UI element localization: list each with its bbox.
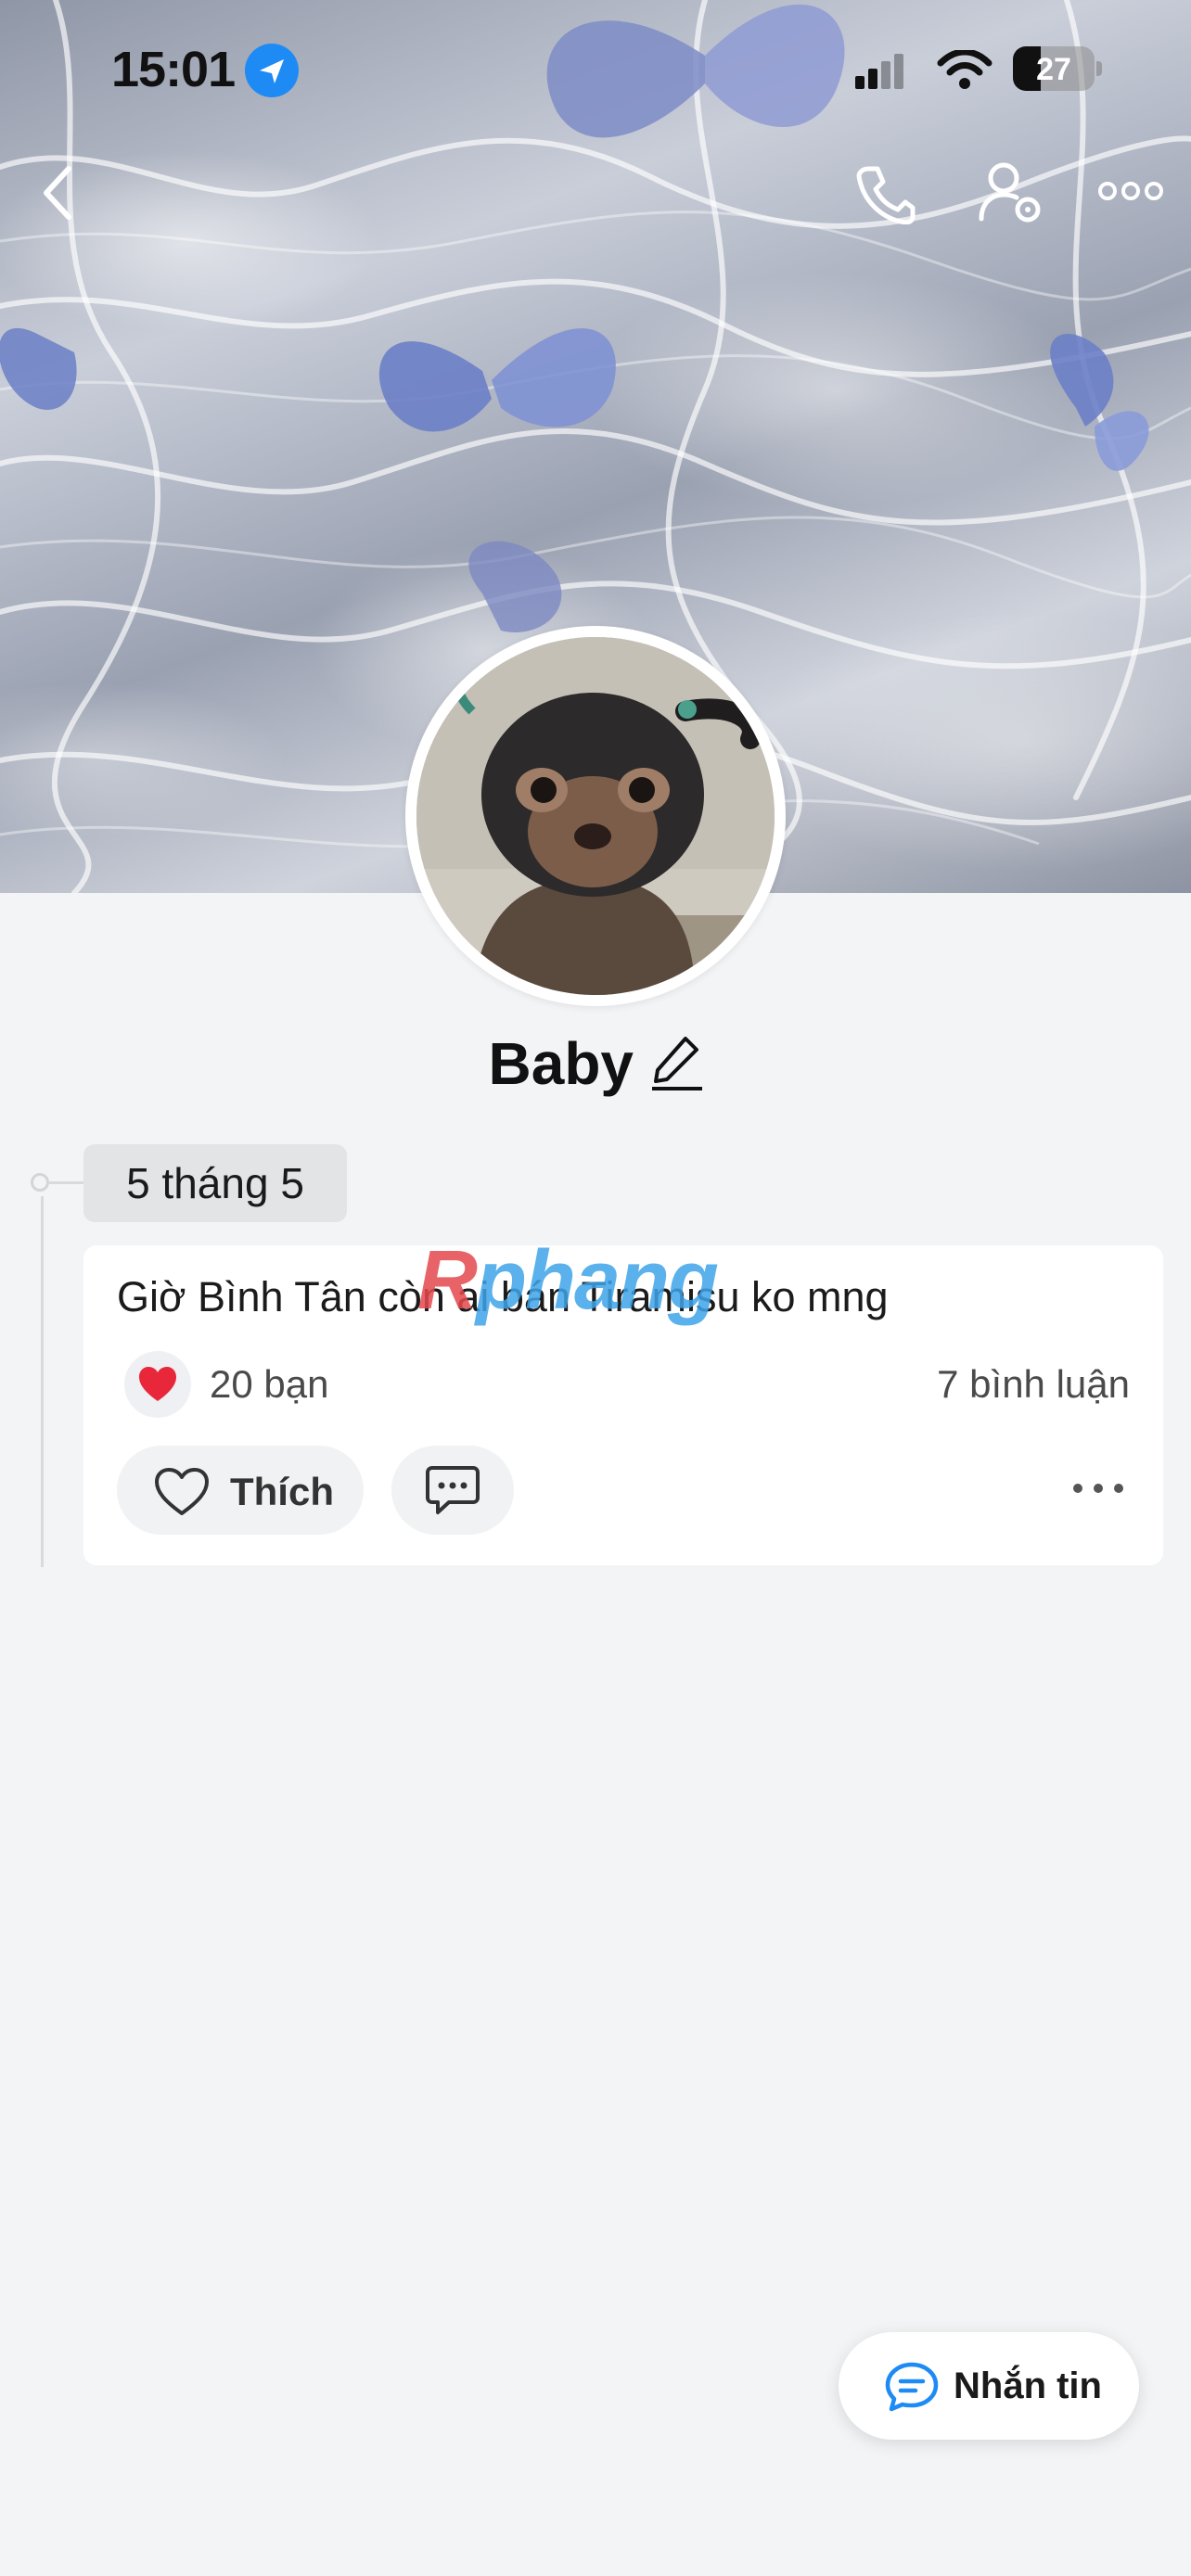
cellular-icon bbox=[855, 54, 903, 89]
profile-name-row: Baby bbox=[0, 1029, 1191, 1098]
user-settings-icon[interactable] bbox=[978, 161, 1044, 226]
watermark: Rphang bbox=[417, 1233, 719, 1329]
red-heart-icon bbox=[139, 1367, 176, 1401]
phone-icon[interactable] bbox=[855, 163, 916, 224]
avatar[interactable] bbox=[416, 637, 775, 995]
comment-button[interactable] bbox=[391, 1446, 514, 1535]
heart-icon bbox=[155, 1468, 209, 1515]
reactions-count[interactable]: 20 bạn bbox=[210, 1362, 328, 1407]
status-time: 15:01 bbox=[111, 42, 236, 97]
chat-icon bbox=[885, 2362, 939, 2412]
like-button[interactable]: Thích bbox=[117, 1446, 364, 1535]
timeline-connector bbox=[49, 1181, 84, 1184]
timeline-date-label: 5 tháng 5 bbox=[83, 1144, 347, 1222]
timeline-line bbox=[41, 1196, 44, 1567]
watermark-letter: R bbox=[417, 1234, 478, 1327]
message-button[interactable]: Nhắn tin bbox=[839, 2332, 1139, 2440]
back-icon[interactable] bbox=[37, 163, 78, 223]
reaction-badge[interactable] bbox=[124, 1351, 191, 1418]
battery-level: 27 bbox=[1036, 52, 1071, 87]
profile-name: Baby bbox=[488, 1030, 634, 1097]
post-more-icon[interactable] bbox=[1070, 1479, 1126, 1498]
battery-icon: 27 bbox=[1013, 46, 1102, 91]
comment-icon bbox=[426, 1466, 480, 1514]
avatar-dog-picture bbox=[416, 637, 775, 995]
wifi-icon bbox=[937, 50, 992, 89]
edit-pencil-icon[interactable] bbox=[652, 1035, 703, 1092]
watermark-word: phang bbox=[476, 1234, 719, 1327]
comments-count[interactable]: 7 bình luận bbox=[937, 1362, 1130, 1407]
more-icon[interactable] bbox=[1098, 182, 1163, 200]
like-label: Thích bbox=[230, 1470, 334, 1513]
location-arrow-icon bbox=[245, 44, 299, 97]
message-button-label: Nhắn tin bbox=[954, 2366, 1102, 2406]
timeline-dot bbox=[31, 1173, 49, 1192]
status-bar: 15:01 27 bbox=[0, 0, 1191, 139]
